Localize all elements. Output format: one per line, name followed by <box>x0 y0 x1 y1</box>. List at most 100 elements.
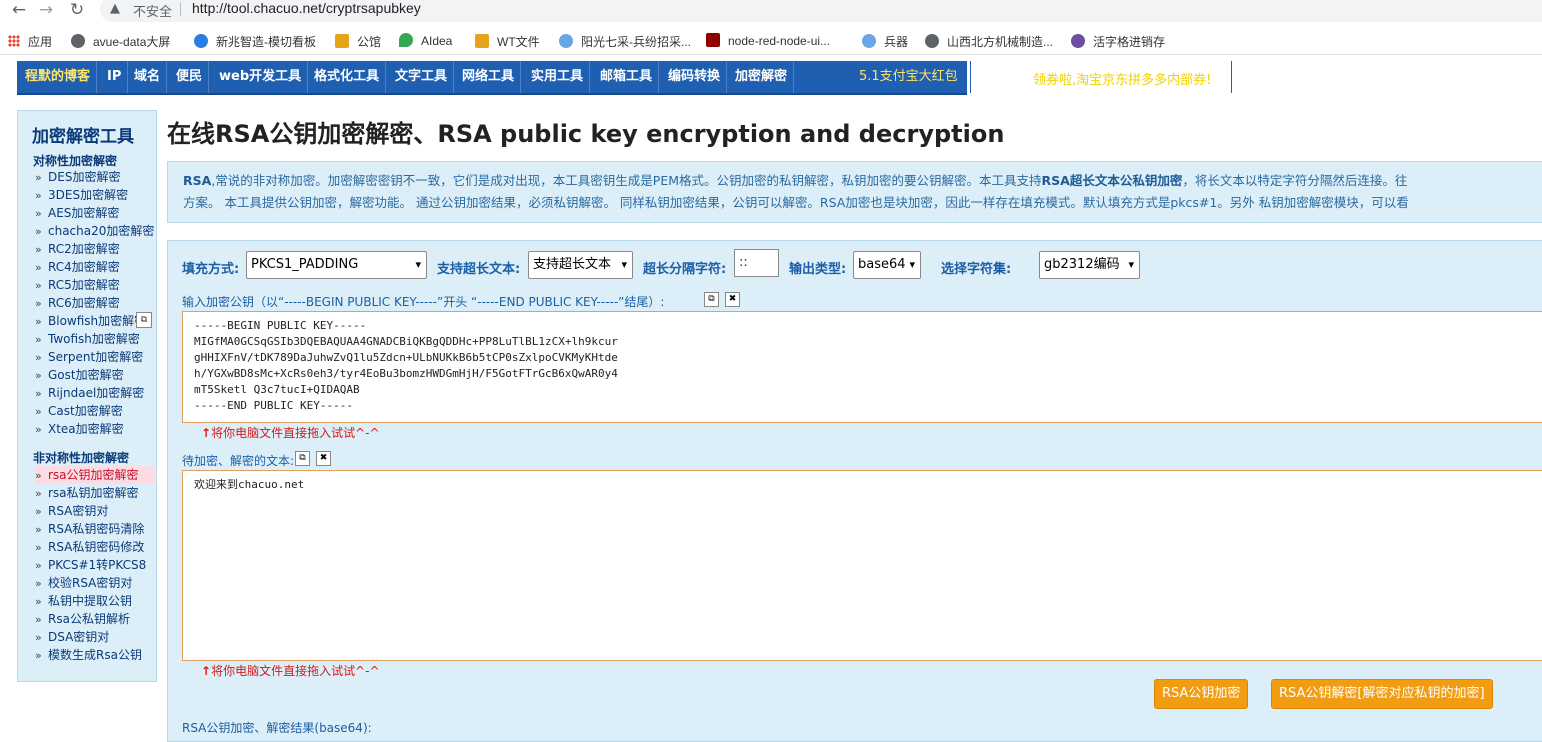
sidebar-item[interactable]: » Serpent加密解密 <box>35 348 155 366</box>
chevron-right-icon: » <box>35 559 42 572</box>
sidebar-item[interactable]: » Rsa公私钥解析 <box>35 610 155 628</box>
reload-icon[interactable]: ↻ <box>66 0 88 21</box>
globe-icon <box>925 34 939 48</box>
nav-ip[interactable]: IP <box>101 61 129 93</box>
apps-grid-icon <box>8 35 20 47</box>
hzg-icon <box>1071 34 1085 48</box>
sidebar-section-symmetric[interactable]: 对称性加密解密 <box>33 152 117 169</box>
nav-bianmin[interactable]: 便民 <box>170 61 210 93</box>
padding-select[interactable]: PKCS1_PADDING ▾ <box>246 251 427 279</box>
up-arrow-icon: ↑ <box>201 664 212 678</box>
forward-arrow-icon[interactable]: → <box>35 0 57 21</box>
nav-mail[interactable]: 邮箱工具 <box>594 61 660 93</box>
copy-icon[interactable]: ⧉ <box>295 451 310 466</box>
chevron-right-icon: » <box>35 423 42 436</box>
coupon-banner[interactable]: 领券啦,淘宝京东拼多多内部券! <box>970 61 1232 93</box>
clear-icon[interactable]: ✖ <box>316 451 331 466</box>
nav-blog[interactable]: 程默的博客 <box>19 61 98 93</box>
nav-format[interactable]: 格式化工具 <box>308 61 387 93</box>
sidebar-item[interactable]: » rsa私钥加密解密 <box>35 484 155 502</box>
chevron-right-icon: » <box>35 505 42 518</box>
bookmark-avue[interactable]: avue-data大屏 <box>71 33 170 50</box>
bookmark-xinzhao[interactable]: 新兆智造-模切看板 <box>194 33 316 50</box>
copy-icon[interactable]: ⧉ <box>136 312 152 328</box>
bookmarks-bar: 应用 avue-data大屏 新兆智造-模切看板 公馆 AIdea WT文件 阳… <box>0 28 1542 55</box>
rsa-decrypt-button[interactable]: RSA公钥解密[解密对应私钥的加密] <box>1271 679 1493 709</box>
sidebar-item[interactable]: » RSA私钥密码修改 <box>35 538 155 556</box>
nodered-icon <box>706 33 720 47</box>
bookmark-nodered[interactable]: node-red-node-ui... <box>706 33 830 48</box>
sidebar-item[interactable]: » DES加密解密 <box>35 168 155 186</box>
sidebar-item[interactable]: » RSA私钥密码清除 <box>35 520 155 538</box>
bookmark-shanxi[interactable]: 山西北方机械制造... <box>925 33 1053 50</box>
nav-text[interactable]: 文字工具 <box>389 61 455 93</box>
pubkey-textarea[interactable]: -----BEGIN PUBLIC KEY----- MIGfMA0GCSqGSI… <box>182 311 1542 423</box>
sidebar-section-asymmetric[interactable]: 非对称性加密解密 <box>33 449 129 466</box>
insecure-label: 不安全 <box>133 4 173 19</box>
bookmark-aidea[interactable]: AIdea <box>399 33 452 48</box>
plaintext-textarea[interactable]: 欢迎来到chacuo.net <box>182 470 1542 661</box>
copy-icon[interactable]: ⧉ <box>704 292 719 307</box>
sidebar-item[interactable]: » 私钥中提取公钥 <box>35 592 155 610</box>
sidebar-title: 加密解密工具 <box>32 127 134 147</box>
chevron-right-icon: » <box>35 595 42 608</box>
separator-input[interactable]: :: <box>734 249 779 277</box>
chevron-right-icon: » <box>35 369 42 382</box>
nav-promo[interactable]: 5.1支付宝大红包 <box>853 61 964 93</box>
bookmark-huozige[interactable]: 活字格进销存 <box>1071 33 1165 50</box>
browser-address-row: ← → ↻ ▲ 不安全 http://tool.chacuo.net/crypt… <box>0 0 1542 24</box>
pubkey-line: -----END PUBLIC KEY----- <box>194 399 353 412</box>
nav-practical[interactable]: 实用工具 <box>525 61 591 93</box>
longtext-select[interactable]: 支持超长文本 ▾ <box>528 251 633 279</box>
drop-hint-2: ↑将你电脑文件直接拖入试试^-^ <box>201 664 380 678</box>
output-type-select[interactable]: base64 ▾ <box>853 251 921 279</box>
sidebar-item[interactable]: » RSA密钥对 <box>35 502 155 520</box>
intro-line-1: RSA,常说的非对称加密。加密解密密钥不一致，它们是成对出现，本工具密钥生成是P… <box>183 173 1408 188</box>
drop-hint-1: ↑将你电脑文件直接拖入试试^-^ <box>201 426 380 440</box>
sidebar-item[interactable]: » DSA密钥对 <box>35 628 155 646</box>
sidebar-item[interactable]: » 模数生成Rsa公钥 <box>35 646 155 664</box>
back-arrow-icon[interactable]: ← <box>8 0 30 21</box>
chevron-right-icon: » <box>35 487 42 500</box>
sidebar-item[interactable]: » RC4加密解密 <box>35 258 155 276</box>
bookmark-wt[interactable]: WT文件 <box>475 33 540 50</box>
sidebar-item-active[interactable]: » rsa公钥加密解密 <box>35 466 155 484</box>
sidebar-item[interactable]: » Twofish加密解密 <box>35 330 155 348</box>
sidebar-item[interactable]: » Cast加密解密 <box>35 402 155 420</box>
sidebar-item[interactable]: » PKCS#1转PKCS8 <box>35 556 155 574</box>
sidebar-item[interactable]: » Gost加密解密 <box>35 366 155 384</box>
sidebar-item[interactable]: » RC2加密解密 <box>35 240 155 258</box>
chevron-right-icon: » <box>35 243 42 256</box>
output-type-label: 输出类型: <box>789 262 847 277</box>
charset-select[interactable]: gb2312编码 ▾ <box>1039 251 1140 279</box>
sidebar-asymmetric-list: » rsa公钥加密解密 » rsa私钥加密解密 » RSA密钥对 » RSA私钥密码清除… <box>35 466 155 664</box>
rsa-encrypt-button[interactable]: RSA公钥加密 <box>1154 679 1249 709</box>
address-separator <box>180 2 181 16</box>
bookmark-gongguan[interactable]: 公馆 <box>335 33 381 50</box>
sidebar-item[interactable]: » Xtea加密解密 <box>35 420 155 438</box>
cloud-icon <box>862 34 876 48</box>
bookmark-yangguang[interactable]: 阳光七采-兵纷招采... <box>559 33 691 50</box>
chevron-right-icon: » <box>35 261 42 274</box>
cloud-icon <box>559 34 573 48</box>
warning-triangle-icon: ▲ <box>110 1 120 16</box>
url-text[interactable]: http://tool.chacuo.net/cryptrsapubkey <box>192 0 421 16</box>
nav-encoding[interactable]: 编码转换 <box>662 61 728 93</box>
sidebar-item[interactable]: » chacha20加密解密 <box>35 222 155 240</box>
sidebar-item[interactable]: » Rijndael加密解密 <box>35 384 155 402</box>
nav-crypto[interactable]: 加密解密 <box>729 61 795 93</box>
sidebar-item[interactable]: » 校验RSA密钥对 <box>35 574 155 592</box>
sidebar-item[interactable]: » AES加密解密 <box>35 204 155 222</box>
bookmark-apps[interactable]: 应用 <box>8 33 52 50</box>
nav-webdev[interactable]: web开发工具 <box>213 61 309 93</box>
chevron-right-icon: » <box>35 523 42 536</box>
bookmark-bingqi[interactable]: 兵器 <box>862 33 908 50</box>
nav-domain[interactable]: 域名 <box>128 61 168 93</box>
sidebar-item[interactable]: » 3DES加密解密 <box>35 186 155 204</box>
nav-network[interactable]: 网络工具 <box>456 61 522 93</box>
address-bar[interactable]: ▲ 不安全 http://tool.chacuo.net/cryptrsapub… <box>100 0 1542 22</box>
sidebar-item[interactable]: » RC6加密解密 <box>35 294 155 312</box>
clear-icon[interactable]: ✖ <box>725 292 740 307</box>
sidebar-item[interactable]: » RC5加密解密 <box>35 276 155 294</box>
chevron-right-icon: » <box>35 631 42 644</box>
